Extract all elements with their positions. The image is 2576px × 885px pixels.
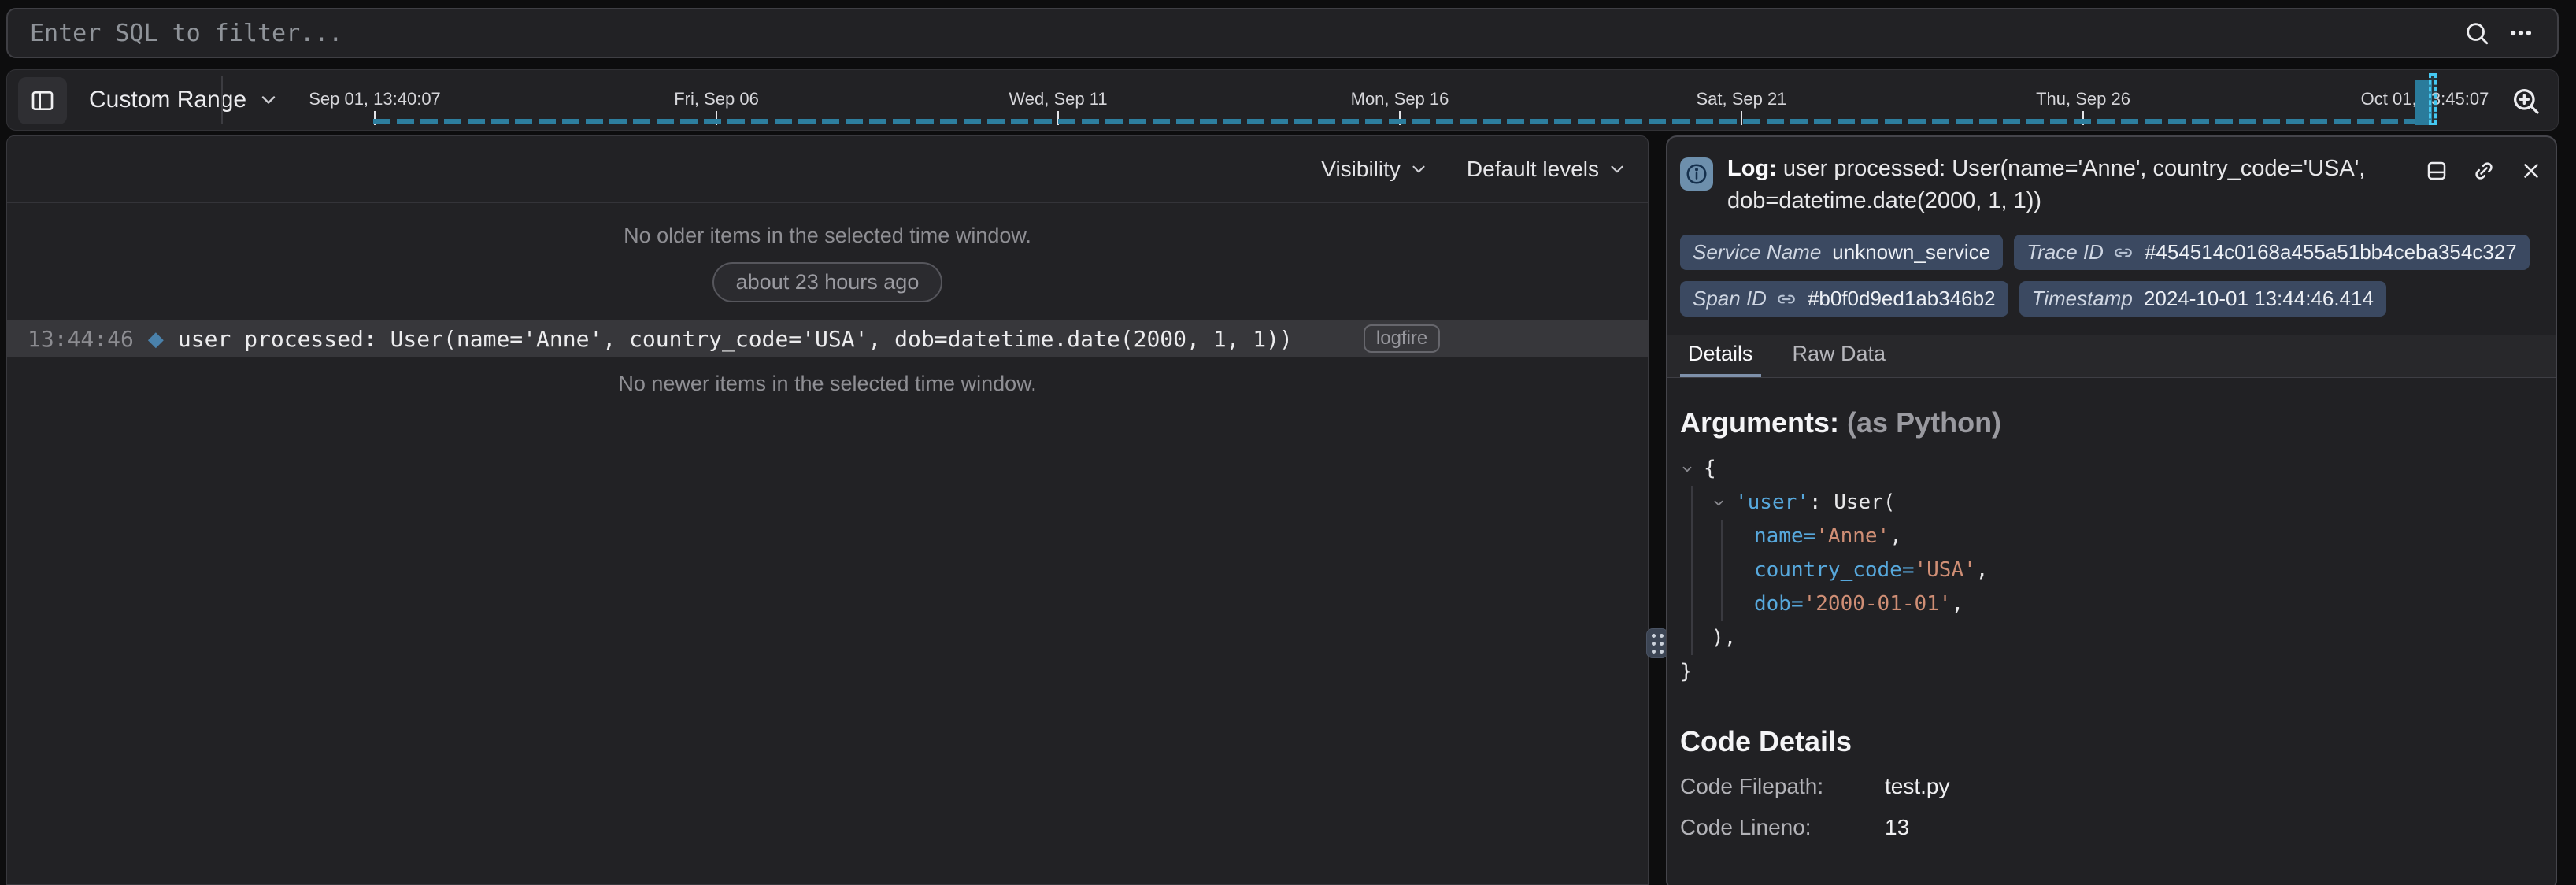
code-lineno-row: Code Lineno: 13 [1680, 815, 2543, 840]
time-range-dropdown[interactable]: Custom Range [89, 70, 279, 130]
info-icon [1680, 157, 1713, 191]
zoom-in-icon [2510, 85, 2541, 117]
tree-line: name='Anne', [1754, 520, 2543, 554]
tree-line: dob='2000-01-01', [1754, 587, 2543, 621]
time-ago-badge[interactable]: about 23 hours ago [712, 262, 943, 302]
timeline-bar: Custom Range Sep 01, 13:40:07 Fri, Sep 0… [6, 69, 2559, 131]
no-older-items-notice: No older items in the selected time wind… [7, 224, 1648, 248]
default-levels-label: Default levels [1467, 157, 1599, 182]
detail-title-text: user processed: User(name='Anne', countr… [1727, 156, 2365, 213]
detail-title-prefix: Log: [1727, 156, 1777, 181]
arguments-heading: Arguments: (as Python) [1680, 406, 2543, 439]
tab-details[interactable]: Details [1680, 335, 1761, 377]
log-time: 13:44:46 [28, 326, 134, 352]
timeline-selection-cursor[interactable] [2429, 73, 2437, 125]
span-id-badge[interactable]: Span ID #b0f0d9ed1ab346b2 [1680, 281, 2008, 317]
default-levels-dropdown[interactable]: Default levels [1467, 157, 1627, 182]
log-row[interactable]: 13:44:46 ◆ user processed: User(name='An… [7, 320, 1648, 357]
timestamp-badge[interactable]: Timestamp 2024-10-01 13:44:46.414 [2019, 281, 2386, 317]
arguments-subheading: (as Python) [1847, 406, 2001, 439]
sql-filter-input[interactable] [8, 20, 2455, 47]
panel-resize-handle[interactable] [1646, 628, 1668, 658]
close-icon[interactable] [2519, 159, 2543, 187]
logfire-explore-screen: Custom Range Sep 01, 13:40:07 Fri, Sep 0… [0, 0, 2576, 885]
tick-label: Fri, Sep 06 [674, 89, 759, 109]
sql-filter-bar [6, 8, 2559, 58]
detail-title: Log: user processed: User(name='Anne', c… [1727, 153, 2411, 217]
timeline-histogram[interactable] [373, 119, 2432, 124]
log-list-panel: Visibility Default levels No older items… [6, 135, 1649, 885]
tree-line: { [1680, 452, 2543, 486]
tree-line: 'user': User( [1712, 486, 2543, 520]
code-details-heading: Code Details [1680, 725, 2543, 758]
log-list-header: Visibility Default levels [7, 136, 1648, 203]
time-range-label: Custom Range [89, 87, 246, 113]
timeline-divider [221, 76, 223, 124]
detail-header: Log: user processed: User(name='Anne', c… [1680, 153, 2543, 217]
chevron-down-icon [1408, 159, 1429, 180]
trace-id-badge[interactable]: Trace ID #454514c0168a455a51bb4ceba354c3… [2014, 235, 2530, 270]
log-tag-badge: logfire [1364, 324, 1440, 353]
detail-tabs: Details Raw Data [1667, 335, 2556, 378]
tree-line: country_code='USA', [1754, 554, 2543, 587]
arguments-python-tree: { 'user': User( name='Anne', country_cod… [1680, 452, 2543, 689]
chevron-down-icon [257, 89, 279, 111]
no-newer-items-notice: No newer items in the selected time wind… [7, 372, 1648, 396]
tick-label: Sat, Sep 21 [1697, 89, 1787, 109]
tick-label: Sep 01, 13:40:07 [309, 89, 441, 109]
tick-label: Mon, Sep 16 [1351, 89, 1449, 109]
log-message: user processed: User(name='Anne', countr… [178, 326, 1293, 352]
log-detail-panel: Log: user processed: User(name='Anne', c… [1666, 135, 2557, 885]
tree-collapse-icon[interactable] [1680, 462, 1697, 476]
panel-left-icon [30, 88, 55, 113]
chevron-down-icon [1607, 159, 1627, 180]
tree-collapse-icon[interactable] [1712, 496, 1729, 510]
sidebar-toggle-button[interactable] [18, 77, 67, 124]
tab-raw-data[interactable]: Raw Data [1785, 335, 1894, 377]
search-icon[interactable] [2455, 11, 2499, 55]
link-icon [2113, 243, 2134, 263]
timeline-zoom-button[interactable] [2506, 81, 2545, 120]
tree-line: } [1680, 655, 2543, 689]
tick-label: Thu, Sep 26 [2036, 89, 2130, 109]
code-filepath-row: Code Filepath: test.py [1680, 774, 2543, 799]
log-level-diamond-icon: ◆ [148, 327, 164, 351]
ellipsis-menu-icon[interactable] [2499, 11, 2543, 55]
visibility-dropdown[interactable]: Visibility [1321, 157, 1429, 182]
detail-badges: Service Name unknown_service Trace ID #4… [1680, 235, 2543, 317]
service-name-badge[interactable]: Service Name unknown_service [1680, 235, 2003, 270]
visibility-label: Visibility [1321, 157, 1401, 182]
link-icon [1776, 289, 1797, 309]
tree-line: ), [1712, 621, 2543, 655]
tick-label: Wed, Sep 11 [1009, 89, 1107, 109]
permalink-icon[interactable] [2472, 159, 2496, 187]
panel-bottom-icon[interactable] [2425, 159, 2448, 187]
